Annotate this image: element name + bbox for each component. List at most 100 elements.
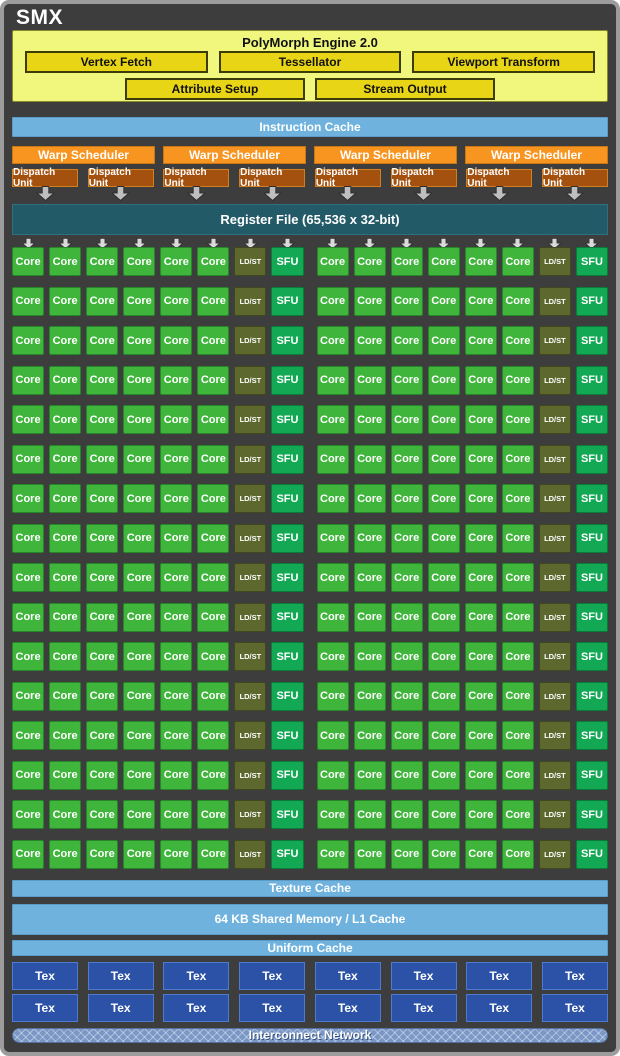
core-cell: Core: [49, 563, 81, 592]
core-cell: Core: [86, 840, 118, 869]
dispatch-unit: Dispatch Unit: [163, 169, 229, 187]
core-cell: Core: [428, 603, 460, 632]
down-arrow-icon: [490, 186, 509, 206]
dispatch-unit-row: Dispatch Unit Dispatch Unit Dispatch Unit D…: [12, 169, 608, 187]
core-cell: Core: [197, 721, 229, 750]
core-row-half: CoreCoreCoreCoreCoreCoreLD/STSFU: [12, 405, 304, 434]
core-cell: Core: [197, 682, 229, 711]
core-cell: Core: [354, 287, 386, 316]
sfu-cell: SFU: [271, 840, 303, 869]
core-cell: Core: [160, 326, 192, 355]
core-cell: Core: [86, 563, 118, 592]
core-cell: Core: [12, 682, 44, 711]
core-cell: Core: [317, 524, 349, 553]
warp-scheduler: Warp Scheduler: [465, 146, 608, 164]
core-cell: Core: [12, 484, 44, 513]
ldst-cell: LD/ST: [234, 603, 266, 632]
core-cell: Core: [317, 761, 349, 790]
core-cell: Core: [123, 721, 155, 750]
core-cell: Core: [428, 445, 460, 474]
core-cell: Core: [317, 603, 349, 632]
core-cell: Core: [502, 840, 534, 869]
core-cell: Core: [123, 484, 155, 513]
core-cell: Core: [502, 484, 534, 513]
ldst-cell: LD/ST: [234, 840, 266, 869]
core-cell: Core: [391, 721, 423, 750]
dispatch-unit: Dispatch Unit: [466, 169, 532, 187]
core-row-half: CoreCoreCoreCoreCoreCoreLD/STSFU: [12, 682, 304, 711]
sfu-cell: SFU: [576, 366, 608, 395]
core-row: CoreCoreCoreCoreCoreCoreLD/STSFUCoreCore…: [12, 405, 608, 434]
core-cell: Core: [502, 366, 534, 395]
core-cell: Core: [354, 642, 386, 671]
dispatch-arrow-cell: [315, 188, 381, 204]
ldst-cell: LD/ST: [234, 366, 266, 395]
core-cell: Core: [86, 761, 118, 790]
ldst-cell: LD/ST: [234, 800, 266, 829]
ldst-cell: LD/ST: [539, 405, 571, 434]
core-row-half: CoreCoreCoreCoreCoreCoreLD/STSFU: [317, 563, 609, 592]
core-cell: Core: [160, 563, 192, 592]
ldst-cell: LD/ST: [539, 800, 571, 829]
core-cell: Core: [12, 840, 44, 869]
core-cell: Core: [49, 840, 81, 869]
polymorph-stage-box: Viewport Transform: [412, 51, 595, 73]
page-title: SMX: [16, 6, 608, 30]
core-cell: Core: [86, 524, 118, 553]
core-cell: Core: [49, 603, 81, 632]
sfu-cell: SFU: [576, 800, 608, 829]
core-cell: Core: [49, 366, 81, 395]
ldst-cell: LD/ST: [234, 484, 266, 513]
core-cell: Core: [197, 524, 229, 553]
core-cell: Core: [317, 326, 349, 355]
core-cell: Core: [49, 287, 81, 316]
dispatch-arrow-cell: [391, 188, 457, 204]
core-cell: Core: [465, 840, 497, 869]
core-cell: Core: [49, 761, 81, 790]
core-row-half: CoreCoreCoreCoreCoreCoreLD/STSFU: [317, 484, 609, 513]
core-cell: Core: [160, 761, 192, 790]
core-cell: Core: [465, 445, 497, 474]
core-cell: Core: [428, 563, 460, 592]
dispatch-unit: Dispatch Unit: [315, 169, 381, 187]
ldst-cell: LD/ST: [234, 326, 266, 355]
core-row-half: CoreCoreCoreCoreCoreCoreLD/STSFU: [12, 800, 304, 829]
core-cell: Core: [391, 247, 423, 276]
dispatch-arrow-cell: [542, 188, 608, 204]
core-cell: Core: [428, 524, 460, 553]
core-row-half: CoreCoreCoreCoreCoreCoreLD/STSFU: [12, 326, 304, 355]
core-cell: Core: [317, 642, 349, 671]
ldst-cell: LD/ST: [539, 682, 571, 711]
uniform-cache: Uniform Cache: [12, 940, 608, 956]
sfu-cell: SFU: [576, 287, 608, 316]
tex-unit: Tex: [466, 994, 532, 1022]
ldst-cell: LD/ST: [539, 484, 571, 513]
sfu-cell: SFU: [576, 682, 608, 711]
dispatch-unit: Dispatch Unit: [239, 169, 305, 187]
dispatch-arrow-cell: [466, 188, 532, 204]
core-cell: Core: [49, 484, 81, 513]
ldst-cell: LD/ST: [234, 682, 266, 711]
core-cell: Core: [465, 563, 497, 592]
core-cell: Core: [465, 682, 497, 711]
down-arrow-icon: [187, 186, 206, 206]
sfu-cell: SFU: [271, 682, 303, 711]
tex-unit: Tex: [163, 962, 229, 990]
shared-memory-l1-cache: 64 KB Shared Memory / L1 Cache: [12, 904, 608, 935]
core-cell: Core: [123, 287, 155, 316]
core-cell: Core: [12, 524, 44, 553]
polymorph-stage-box: Attribute Setup: [125, 78, 305, 100]
core-cell: Core: [197, 405, 229, 434]
core-cell: Core: [317, 721, 349, 750]
core-cell: Core: [317, 682, 349, 711]
core-row-half: CoreCoreCoreCoreCoreCoreLD/STSFU: [317, 287, 609, 316]
ldst-cell: LD/ST: [539, 603, 571, 632]
polymorph-engine-title: PolyMorph Engine 2.0: [13, 31, 607, 49]
sfu-cell: SFU: [271, 326, 303, 355]
polymorph-stage-box: Vertex Fetch: [25, 51, 208, 73]
ldst-cell: LD/ST: [234, 721, 266, 750]
core-row-half: CoreCoreCoreCoreCoreCoreLD/STSFU: [317, 366, 609, 395]
core-cell: Core: [123, 603, 155, 632]
sfu-cell: SFU: [576, 445, 608, 474]
core-cell: Core: [86, 484, 118, 513]
